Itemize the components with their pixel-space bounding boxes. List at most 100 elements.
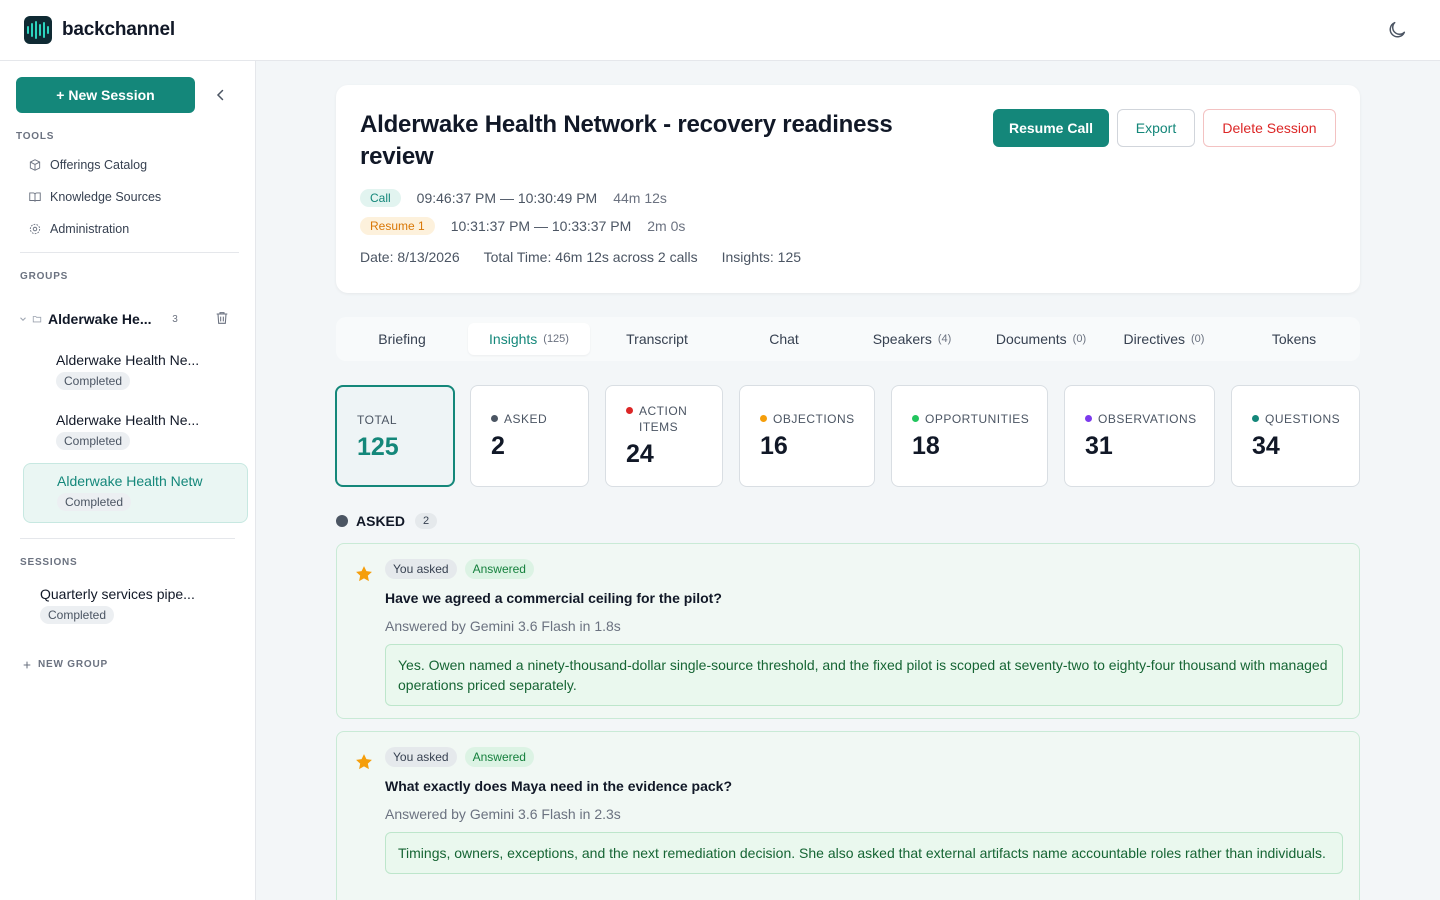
stat-card-objections[interactable]: OBJECTIONS 16 <box>739 385 875 487</box>
sidebar-item-administration[interactable]: Administration <box>28 222 129 236</box>
tools-section-label: TOOLS <box>16 131 55 142</box>
stat-card-opportunities[interactable]: OPPORTUNITIES 18 <box>891 385 1048 487</box>
insight-tags: You asked Answered <box>385 559 534 579</box>
session-date: Date: 8/13/2026 <box>360 249 460 265</box>
call-time-range: 09:46:37 PM — 10:30:49 PM <box>416 190 598 206</box>
stat-value: 34 <box>1252 432 1280 460</box>
plus-icon <box>23 661 31 668</box>
call-time-row: Call 09:46:37 PM — 10:30:49 PM 44m 12s <box>360 189 667 207</box>
collapse-sidebar-icon[interactable] <box>212 86 230 104</box>
new-group-label: NEW GROUP <box>38 659 108 670</box>
group-name: Alderwake He... <box>48 311 152 327</box>
stat-label: ACTION ITEMS <box>626 403 706 435</box>
asked-badge: You asked <box>385 747 457 767</box>
tab-briefing[interactable]: Briefing <box>348 323 456 355</box>
new-group-button[interactable]: NEW GROUP <box>22 659 108 670</box>
book-icon <box>29 192 41 202</box>
insight-card[interactable]: You asked Answered Have we agreed a comm… <box>336 543 1360 719</box>
page-title: Alderwake Health Network - recovery read… <box>360 111 893 170</box>
stat-card-questions[interactable]: QUESTIONS 34 <box>1231 385 1360 487</box>
asked-section-header: ASKED 2 <box>336 513 438 529</box>
export-button[interactable]: Export <box>1117 109 1195 147</box>
main-content: Alderwake Health Network - recovery read… <box>256 61 1440 900</box>
sidebar-item-label: Administration <box>50 222 130 236</box>
answered-badge: Answered <box>464 559 534 579</box>
call-time-range: 10:31:37 PM — 10:33:37 PM <box>450 218 632 234</box>
session-total-time: Total Time: 46m 12s across 2 calls <box>483 249 698 265</box>
group-session-item-active[interactable]: Alderwake Health Netw Completed <box>23 463 248 523</box>
stat-card-asked[interactable]: ASKED 2 <box>470 385 589 487</box>
sidebar-item-label: Knowledge Sources <box>50 190 162 204</box>
status-badge: Completed <box>56 432 131 450</box>
stat-label: OBJECTIONS <box>760 411 855 427</box>
resume-tag: Resume 1 <box>360 217 435 235</box>
status-badge: Completed <box>56 372 131 390</box>
status-dot <box>1085 415 1092 422</box>
call-duration: 2m 0s <box>647 218 686 234</box>
stat-card-total[interactable]: TOTAL 125 <box>335 385 455 487</box>
status-badge: Completed <box>40 606 115 624</box>
sidebar-item-label: Offerings Catalog <box>50 158 148 172</box>
stat-value: 24 <box>626 440 654 468</box>
groups-section-label: GROUPS <box>20 271 69 282</box>
box-icon <box>29 159 41 171</box>
stat-label: QUESTIONS <box>1252 411 1340 427</box>
tab-tokens[interactable]: Tokens <box>1228 323 1360 355</box>
sidebar-item-offerings-catalog[interactable]: Offerings Catalog <box>28 158 147 172</box>
app-logo-icon <box>24 16 52 44</box>
tab-speakers[interactable]: Speakers (4) <box>856 323 968 355</box>
insight-tags: You asked Answered <box>385 747 534 767</box>
status-dot <box>491 415 498 422</box>
session-title: Alderwake Health Ne... <box>56 352 200 368</box>
insight-question: What exactly does Maya need in the evide… <box>385 778 733 794</box>
sidebar: + New Session TOOLS Offerings Catalog Kn… <box>0 61 256 900</box>
brand-name: backchannel <box>62 19 175 40</box>
tab-insights[interactable]: Insights (125) <box>468 323 590 355</box>
asked-badge: You asked <box>385 559 457 579</box>
stat-card-action-items[interactable]: ACTION ITEMS 24 <box>605 385 723 487</box>
star-icon[interactable] <box>354 564 374 584</box>
session-item[interactable]: Quarterly services pipe... Completed <box>40 586 220 624</box>
answered-badge: Answered <box>464 747 534 767</box>
status-dot <box>626 407 633 414</box>
stat-value: 16 <box>760 432 788 460</box>
sidebar-item-knowledge-sources[interactable]: Knowledge Sources <box>28 190 161 204</box>
insight-answer: Yes. Owen named a ninety-thousand-dollar… <box>385 644 1343 706</box>
group-session-item[interactable]: Alderwake Health Ne... Completed <box>23 403 248 463</box>
group-row[interactable]: Alderwake He... 3 <box>18 309 238 329</box>
delete-session-button[interactable]: Delete Session <box>1203 109 1336 147</box>
call-tag: Call <box>360 189 401 207</box>
resume-call-button[interactable]: Resume Call <box>993 109 1109 147</box>
section-title: ASKED <box>356 513 406 529</box>
stat-value: 125 <box>357 433 399 461</box>
insight-meta: Answered by Gemini 3.6 Flash in 2.3s <box>385 806 621 822</box>
star-icon[interactable] <box>354 752 374 772</box>
divider <box>20 252 239 253</box>
tab-chat[interactable]: Chat <box>724 323 844 355</box>
stat-value: 2 <box>491 432 505 460</box>
sessions-section-label: SESSIONS <box>20 557 78 568</box>
new-session-button[interactable]: + New Session <box>16 77 195 113</box>
stat-label: TOTAL <box>357 413 398 427</box>
divider <box>20 538 235 539</box>
tab-documents[interactable]: Documents (0) <box>982 323 1100 355</box>
tab-transcript[interactable]: Transcript <box>602 323 712 355</box>
tab-directives[interactable]: Directives (0) <box>1112 323 1216 355</box>
top-bar: backchannel <box>0 0 1440 61</box>
session-header-card: Alderwake Health Network - recovery read… <box>336 85 1360 293</box>
status-badge: Completed <box>57 493 132 511</box>
stat-card-observations[interactable]: OBSERVATIONS 31 <box>1064 385 1215 487</box>
status-dot <box>336 515 348 527</box>
session-title: Alderwake Health Netw <box>57 473 203 489</box>
trash-icon[interactable] <box>214 310 230 326</box>
session-insights-count: Insights: 125 <box>721 249 802 265</box>
insight-card[interactable]: You asked Answered What exactly does May… <box>336 731 1360 900</box>
session-title: Quarterly services pipe... <box>40 586 195 602</box>
session-title: Alderwake Health Ne... <box>56 412 200 428</box>
session-meta: Date: 8/13/2026 Total Time: 46m 12s acro… <box>360 249 801 265</box>
chevron-down-icon[interactable] <box>18 314 28 324</box>
moon-icon[interactable] <box>1386 19 1408 41</box>
group-session-item[interactable]: Alderwake Health Ne... Completed <box>23 343 248 403</box>
insight-meta: Answered by Gemini 3.6 Flash in 1.8s <box>385 618 621 634</box>
stat-value: 18 <box>912 432 940 460</box>
